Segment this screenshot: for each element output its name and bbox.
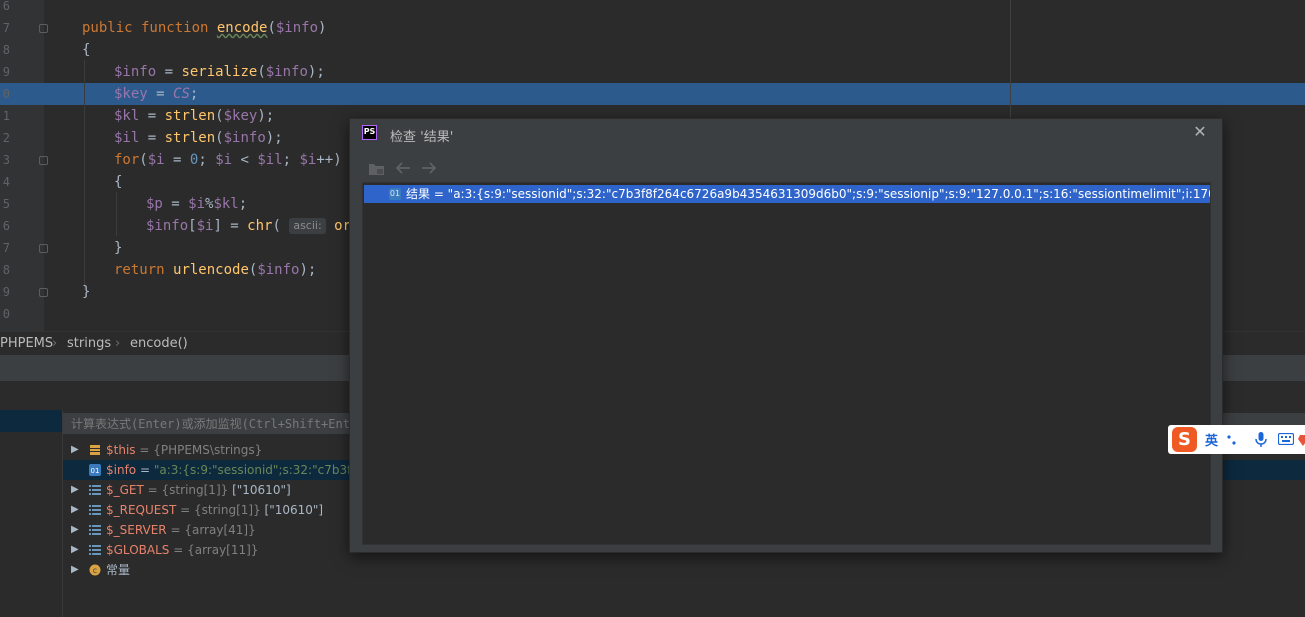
- sogou-logo-icon[interactable]: S: [1172, 427, 1197, 452]
- code-line[interactable]: $il = strlen($info);: [114, 127, 283, 149]
- line-number[interactable]: 9: [0, 61, 10, 83]
- expand-arrow-icon[interactable]: ▶: [71, 440, 79, 460]
- code-line[interactable]: $info = serialize($info);: [114, 61, 325, 83]
- inspect-dialog[interactable]: PS 检查 '结果' ✕ 01 结果 = "a:3:{s:9:"sessioni…: [349, 118, 1223, 553]
- indent-guide: [84, 60, 85, 290]
- variable-row[interactable]: ▶ c 常量: [63, 560, 1305, 580]
- punctuation-icon[interactable]: [1225, 433, 1239, 447]
- array-icon: [89, 545, 101, 555]
- microphone-icon[interactable]: [1255, 432, 1267, 448]
- line-number[interactable]: 0: [0, 303, 10, 325]
- indent-guide: [116, 192, 117, 236]
- line-number[interactable]: 4: [0, 171, 10, 193]
- ime-toolbar[interactable]: S 英: [1168, 425, 1305, 454]
- line-number[interactable]: 8: [0, 39, 10, 61]
- breadcrumb-item-method[interactable]: encode(): [130, 332, 188, 355]
- array-icon: [89, 525, 101, 535]
- line-number[interactable]: 1: [0, 105, 10, 127]
- code-line[interactable]: $info[$i] = chr( ascii: ord(: [146, 215, 368, 237]
- fold-marker[interactable]: [39, 244, 48, 253]
- line-number[interactable]: 7: [0, 17, 10, 39]
- svg-text:c: c: [93, 566, 97, 575]
- line-number[interactable]: 6: [0, 215, 10, 237]
- string-icon: 01: [89, 464, 101, 476]
- code-line[interactable]: for($i = 0; $i < $il; $i++): [114, 149, 342, 171]
- result-tree-row[interactable]: 01 结果 = "a:3:{s:9:"sessionid";s:32:"c7b3…: [364, 185, 1210, 203]
- code-line[interactable]: $kl = strlen($key);: [114, 105, 274, 127]
- code-line[interactable]: public function encode($info): [82, 17, 326, 39]
- forward-arrow-icon[interactable]: [421, 162, 437, 174]
- svg-text:01: 01: [91, 467, 100, 475]
- line-number[interactable]: 3: [0, 149, 10, 171]
- line-number[interactable]: 0: [0, 83, 10, 105]
- fold-marker[interactable]: [39, 288, 48, 297]
- keyboard-icon[interactable]: [1278, 433, 1294, 445]
- expand-arrow-icon[interactable]: ▶: [71, 560, 79, 580]
- fold-marker[interactable]: [39, 156, 48, 165]
- skin-icon[interactable]: [1298, 434, 1305, 446]
- result-value: 结果 = "a:3:{s:9:"sessionid";s:32:"c7b3f8f…: [406, 187, 1210, 201]
- breadcrumb-item-class[interactable]: strings: [67, 332, 111, 355]
- code-line[interactable]: $p = $i%$kl;: [146, 193, 247, 215]
- code-line[interactable]: {: [82, 39, 90, 61]
- line-number[interactable]: 8: [0, 259, 10, 281]
- expand-arrow-icon[interactable]: ▶: [71, 520, 79, 540]
- expand-arrow-icon[interactable]: ▶: [71, 540, 79, 560]
- line-number[interactable]: 9: [0, 281, 10, 303]
- close-icon[interactable]: ✕: [1190, 122, 1210, 142]
- breadcrumb-item-project[interactable]: PHPEMS: [0, 332, 53, 355]
- line-number[interactable]: 6: [0, 0, 10, 17]
- phpstorm-logo-icon: PS: [362, 125, 377, 140]
- code-line-current[interactable]: $key = CS;: [114, 83, 198, 105]
- constant-icon: c: [89, 564, 101, 576]
- code-line[interactable]: return urlencode($info);: [114, 259, 316, 281]
- code-line[interactable]: }: [82, 281, 90, 303]
- frames-panel[interactable]: [0, 410, 63, 617]
- array-icon: [89, 505, 101, 515]
- array-icon: [89, 485, 101, 495]
- line-number[interactable]: 5: [0, 193, 10, 215]
- parameter-hint: ascii:: [289, 218, 326, 234]
- selected-frame[interactable]: [0, 410, 62, 432]
- folder-icon[interactable]: [369, 162, 384, 175]
- line-number[interactable]: 7: [0, 237, 10, 259]
- string-icon: 01: [389, 188, 401, 200]
- code-line[interactable]: {: [114, 171, 122, 193]
- back-arrow-icon[interactable]: [395, 162, 411, 174]
- breadcrumb-separator: ›: [52, 336, 58, 351]
- dialog-title: 检查 '结果': [390, 130, 454, 145]
- fold-marker[interactable]: [39, 24, 48, 33]
- ime-language-toggle[interactable]: 英: [1205, 430, 1218, 449]
- line-number[interactable]: 2: [0, 127, 10, 149]
- code-line[interactable]: }: [114, 237, 122, 259]
- expand-arrow-icon[interactable]: ▶: [71, 500, 79, 520]
- expand-arrow-icon[interactable]: ▶: [71, 480, 79, 500]
- inspect-tree[interactable]: 01 结果 = "a:3:{s:9:"sessionid";s:32:"c7b3…: [362, 182, 1211, 545]
- breadcrumb-separator: ›: [115, 336, 121, 351]
- object-icon: [90, 445, 100, 455]
